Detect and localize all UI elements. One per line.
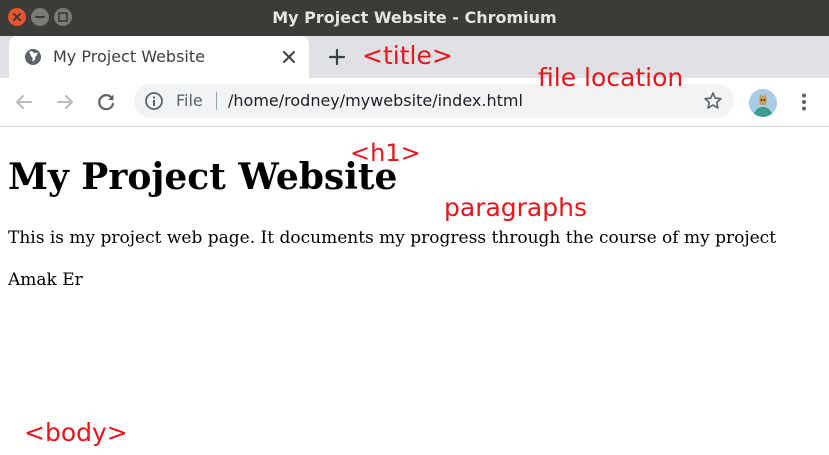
- page-paragraph: This is my project web page. It document…: [8, 228, 777, 248]
- omnibox-separator: [216, 92, 217, 110]
- back-arrow-icon[interactable]: [12, 90, 36, 114]
- annotation-file-location: file location: [538, 63, 684, 92]
- annotation-h1-tag: <h1>: [350, 139, 421, 167]
- tab-close-icon[interactable]: [281, 49, 297, 65]
- window-titlebar: My Project Website - Chromium: [0, 0, 829, 36]
- annotation-body-tag: <body>: [24, 418, 128, 447]
- url-scheme-label: File: [176, 91, 203, 110]
- url-text[interactable]: /home/rodney/mywebsite/index.html: [228, 84, 523, 118]
- reload-icon[interactable]: [94, 90, 118, 114]
- star-icon[interactable]: [703, 91, 723, 111]
- page-content: My Project Website This is my project we…: [0, 127, 829, 455]
- avatar-image: [749, 89, 777, 117]
- plus-icon[interactable]: [325, 45, 349, 69]
- browser-toolbar: File /home/rodney/mywebsite/index.html: [0, 78, 829, 127]
- tab-active[interactable]: My Project Website: [9, 36, 309, 78]
- forward-arrow-icon[interactable]: [53, 90, 77, 114]
- window-title: My Project Website - Chromium: [272, 8, 557, 27]
- page-heading: My Project Website: [8, 156, 398, 198]
- annotation-paragraphs: paragraphs: [444, 193, 587, 222]
- tab-title: My Project Website: [53, 47, 205, 66]
- annotation-title-tag: <title>: [362, 41, 453, 70]
- info-icon[interactable]: [144, 91, 164, 111]
- avatar[interactable]: [749, 89, 777, 117]
- kebab-menu-icon[interactable]: [792, 90, 816, 114]
- globe-icon: [25, 49, 41, 65]
- page-paragraph: Amak Er: [8, 270, 83, 290]
